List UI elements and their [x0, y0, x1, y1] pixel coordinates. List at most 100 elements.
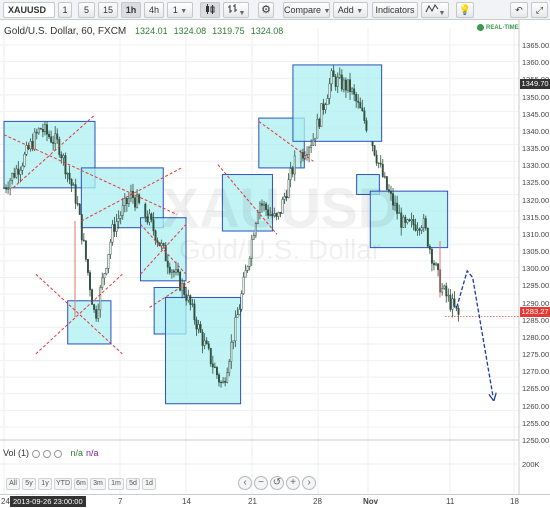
candle-body: [48, 133, 50, 138]
price-tick: 1320.00: [522, 196, 550, 205]
candle-body: [152, 219, 155, 232]
candle-body: [410, 219, 413, 222]
chevron-down-icon: ▼: [438, 10, 446, 17]
reset-zoom-button[interactable]: ↺: [270, 476, 284, 490]
candle-body: [338, 74, 341, 78]
bars-icon: [227, 4, 237, 13]
range-3m-button[interactable]: 3m: [90, 478, 106, 490]
candle-body: [44, 124, 46, 133]
candle-body: [240, 293, 243, 310]
range-5d-button[interactable]: 5d: [126, 478, 140, 490]
range-6m-button[interactable]: 6m: [74, 478, 88, 490]
interval-15-button[interactable]: 15: [98, 2, 118, 18]
add-label: Add: [337, 5, 354, 15]
candle-body: [377, 162, 380, 164]
candle-body: [428, 246, 431, 250]
bar-style-dropdown[interactable]: ▼: [223, 2, 249, 18]
candle-body: [312, 139, 315, 146]
candle-body: [267, 209, 270, 216]
fullscreen-button[interactable]: ⤢: [531, 2, 548, 18]
candle-body: [418, 228, 421, 231]
indicators-button[interactable]: Indicators: [372, 2, 418, 18]
add-button[interactable]: Add ▼: [333, 2, 368, 18]
candle-body: [457, 308, 460, 315]
candle-body: [228, 361, 231, 373]
interval-5-button[interactable]: 5: [78, 2, 95, 18]
price-tick: 1335.00: [522, 144, 550, 153]
candle-body: [273, 213, 276, 217]
candle-body: [56, 133, 59, 140]
range-1y-button[interactable]: 1y: [38, 478, 52, 490]
candle-body: [320, 103, 323, 127]
candle-body: [420, 227, 423, 231]
interval-1-button[interactable]: 1: [58, 2, 72, 18]
candle-body: [93, 304, 96, 310]
range-5y-button[interactable]: 5y: [22, 478, 36, 490]
candle-body: [332, 70, 335, 77]
candle-body: [447, 294, 450, 297]
candle-body: [404, 216, 407, 223]
chart-canvas[interactable]: [0, 20, 550, 494]
zoom-in-button[interactable]: +: [286, 476, 300, 490]
analysis-box: [292, 64, 383, 142]
interval-1h-button[interactable]: 1h: [121, 2, 141, 18]
candle-body: [121, 205, 124, 216]
candle-body: [7, 188, 10, 190]
time-tick: 24: [1, 497, 10, 506]
scroll-left-button[interactable]: ‹: [238, 476, 252, 490]
candle-body: [385, 176, 388, 190]
candle-body: [21, 165, 24, 171]
candle-body: [168, 266, 171, 273]
interval-dropdown[interactable]: 1 ▼: [167, 2, 193, 18]
candle-body: [326, 98, 329, 105]
range-1d-button[interactable]: 1d: [142, 478, 156, 490]
range-1m-button[interactable]: 1m: [108, 478, 124, 490]
drawing-tools-dropdown[interactable]: ▼: [421, 2, 449, 18]
time-tick: 14: [182, 497, 191, 506]
candle-body: [248, 258, 251, 267]
candle-body: [109, 241, 112, 255]
candle-body: [279, 212, 282, 214]
price-tick: 1255.00: [522, 419, 550, 428]
price-tick: 1330.00: [522, 161, 550, 170]
candle-body: [154, 230, 157, 242]
compare-button[interactable]: Compare ▼: [283, 2, 330, 18]
candle-body: [207, 343, 210, 349]
visibility-icon[interactable]: [32, 449, 41, 458]
price-tick: 1360.00: [522, 58, 550, 67]
range-all-button[interactable]: All: [6, 478, 20, 490]
gear-icon: ⚙: [261, 4, 271, 16]
chevron-down-icon: ▼: [323, 8, 330, 15]
candle-body: [314, 137, 317, 141]
candle-body: [224, 380, 227, 383]
candle-body: [226, 372, 229, 383]
settings-icon[interactable]: [43, 449, 52, 458]
candle-body: [195, 319, 198, 330]
candle-body: [35, 131, 38, 134]
chevron-right-icon: ›: [307, 477, 311, 488]
candle-body: [166, 260, 169, 268]
time-axis[interactable]: 24 2013-09-26 23:00:00 7 14 21 28 Nov 11…: [0, 494, 550, 508]
range-ytd-button[interactable]: YTD: [54, 478, 72, 490]
scroll-right-button[interactable]: ›: [302, 476, 316, 490]
candle-body: [74, 184, 77, 204]
undo-button[interactable]: ↶: [510, 2, 528, 18]
close-icon[interactable]: [54, 449, 63, 458]
candle-body: [365, 120, 368, 131]
symbol-input[interactable]: XAUUSD: [3, 2, 55, 18]
candle-body: [324, 104, 327, 110]
interval-4h-button[interactable]: 4h: [144, 2, 164, 18]
alert-button[interactable]: 💡: [456, 2, 474, 18]
candles-style-button[interactable]: [200, 2, 220, 18]
candle-body: [445, 285, 448, 297]
settings-button[interactable]: ⚙: [258, 2, 274, 18]
time-tick: 21: [248, 497, 257, 506]
candle-body: [271, 213, 274, 217]
candle-body: [95, 309, 98, 319]
volume-value: n/a: [70, 448, 84, 458]
candle-body: [84, 240, 87, 260]
zoom-out-button[interactable]: −: [254, 476, 268, 490]
realtime-label: REAL-TIME: [486, 25, 519, 32]
candle-body: [258, 203, 261, 213]
candle-body: [265, 203, 268, 210]
